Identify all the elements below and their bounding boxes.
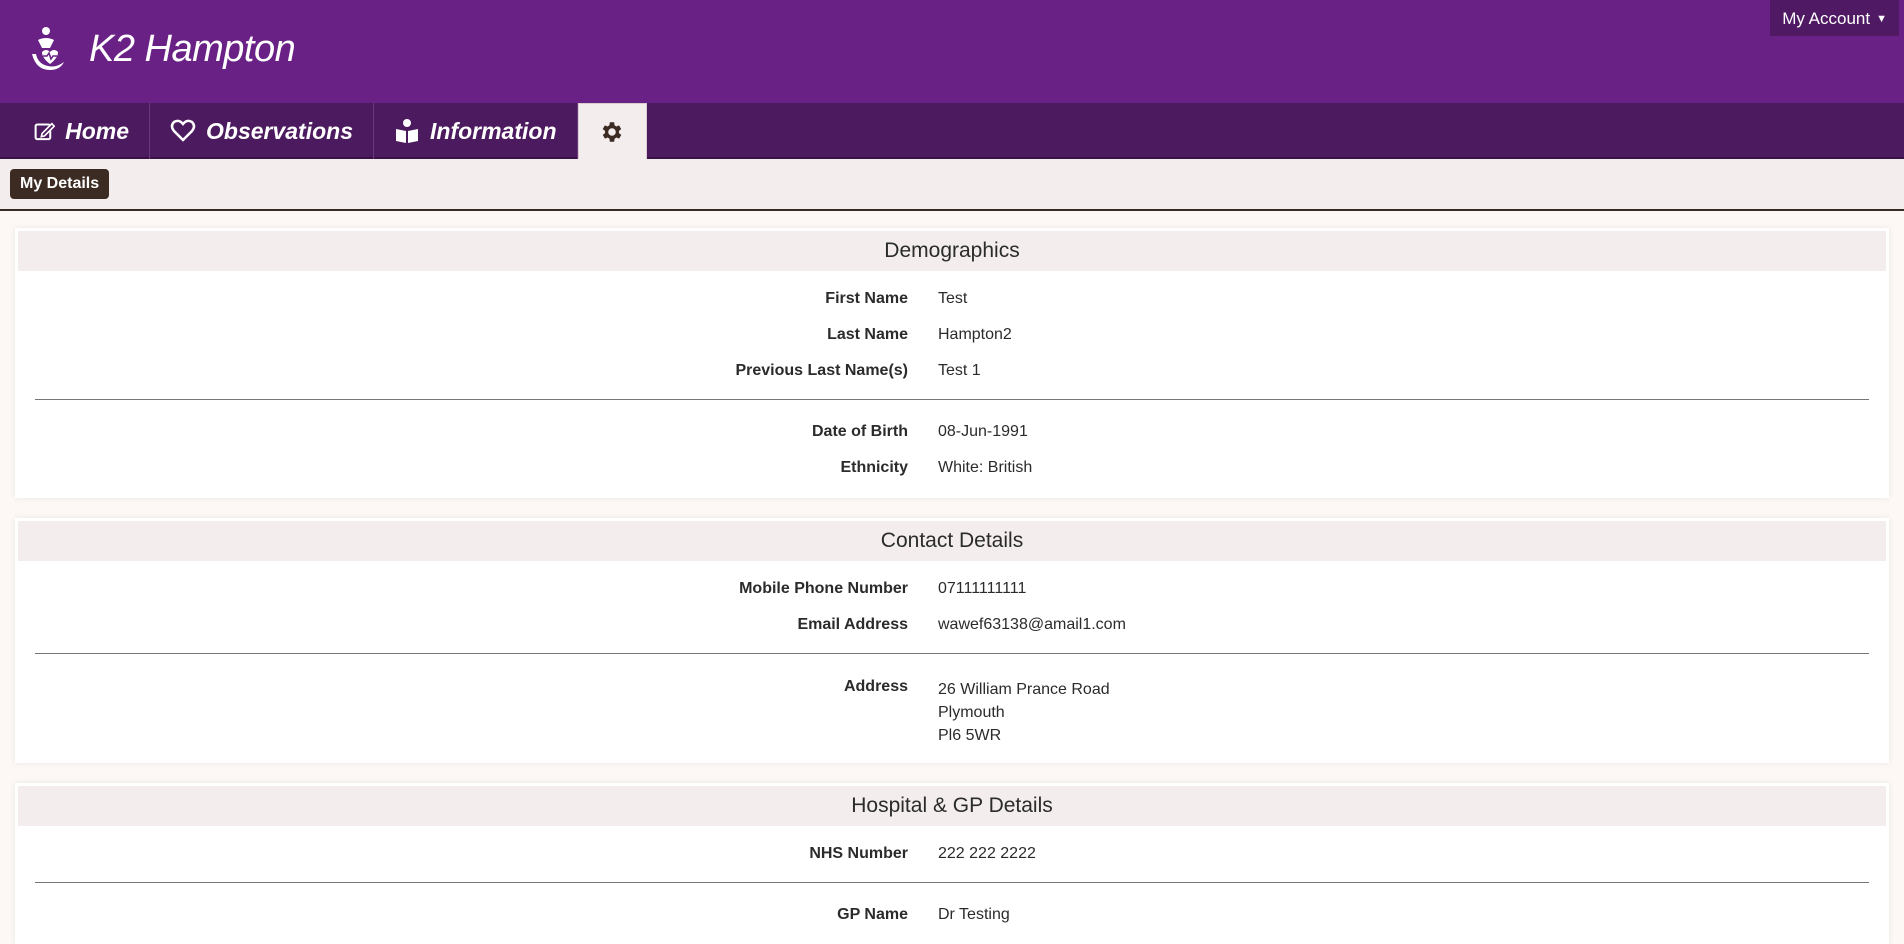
detail-row: NHS Number 222 222 2222 (18, 836, 1886, 872)
previous-last-name-label: Previous Last Name(s) (735, 362, 908, 379)
detail-row: Email Address wawef63138@amail1.com (18, 607, 1886, 643)
address-line-1: 26 William Prance Road (938, 681, 1110, 698)
heart-icon (170, 119, 196, 142)
my-account-dropdown[interactable]: My Account ▼ (1770, 0, 1899, 36)
detail-row: First Name Test (18, 281, 1886, 317)
email-value: wawef63138@amail1.com (938, 616, 1126, 633)
nhs-number-value: 222 222 2222 (938, 845, 1036, 862)
address-label: Address (843, 678, 908, 695)
main-content: Demographics First Name Test Last Name H… (0, 211, 1904, 944)
hospital-gp-title: Hospital & GP Details (18, 786, 1886, 826)
hospital-gp-panel: Hospital & GP Details NHS Number 222 222… (15, 783, 1889, 944)
dob-label: Date of Birth (812, 423, 908, 440)
nav-observations-label: Observations (206, 117, 353, 144)
app-header: K2 Hampton My Account ▼ (0, 0, 1904, 103)
first-name-label: First Name (825, 290, 908, 307)
detail-row: GP Name Dr Testing (18, 897, 1886, 933)
address-value: 26 William Prance Road Plymouth Pl6 5WR (938, 678, 1886, 747)
reader-icon (396, 119, 418, 143)
mobile-label: Mobile Phone Number (739, 580, 908, 597)
detail-row: Last Name Hampton2 (18, 317, 1886, 353)
contact-details-panel: Contact Details Mobile Phone Number 0711… (15, 518, 1889, 763)
demographics-title: Demographics (18, 231, 1886, 271)
caret-down-icon: ▼ (1876, 13, 1887, 25)
section-divider (35, 399, 1869, 400)
gp-name-value: Dr Testing (938, 906, 1010, 923)
detail-row: Previous Last Name(s) Test 1 (18, 353, 1886, 389)
contact-details-title: Contact Details (18, 521, 1886, 561)
nhs-number-label: NHS Number (809, 845, 908, 862)
main-nav: Home Observations Information (0, 103, 1904, 159)
mobile-value: 07111111111 (938, 580, 1027, 597)
gear-icon (602, 121, 622, 142)
gp-name-label: GP Name (837, 906, 908, 923)
detail-row: Address 26 William Prance Road Plymouth … (18, 668, 1886, 751)
email-label: Email Address (797, 616, 908, 633)
dob-value: 08-Jun-1991 (938, 423, 1028, 440)
nav-information[interactable]: Information (374, 103, 578, 159)
app-title: K2 Hampton (89, 28, 296, 70)
sub-nav: My Details (0, 159, 1904, 211)
my-details-tab[interactable]: My Details (10, 169, 110, 199)
address-line-3: Pl6 5WR (938, 727, 1002, 744)
nav-settings[interactable] (577, 103, 647, 159)
ethnicity-value: White: British (938, 459, 1033, 476)
app-logo-icon (32, 27, 64, 70)
ethnicity-label: Ethnicity (840, 459, 908, 476)
section-divider (35, 653, 1869, 654)
previous-last-name-value: Test 1 (938, 362, 981, 379)
demographics-panel: Demographics First Name Test Last Name H… (15, 228, 1889, 498)
nav-information-label: Information (430, 117, 557, 144)
first-name-value: Test (938, 290, 968, 307)
last-name-label: Last Name (827, 326, 908, 343)
nav-observations[interactable]: Observations (150, 103, 374, 159)
section-divider (35, 882, 1869, 883)
detail-row: Mobile Phone Number 07111111111 (18, 571, 1886, 607)
edit-icon (34, 122, 56, 141)
nav-home-label: Home (65, 117, 129, 144)
nav-home[interactable]: Home (0, 103, 150, 159)
address-line-2: Plymouth (938, 704, 1005, 721)
last-name-value: Hampton2 (938, 326, 1012, 343)
detail-row: Ethnicity White: British (18, 450, 1886, 486)
detail-row: Date of Birth 08-Jun-1991 (18, 414, 1886, 450)
my-account-label: My Account (1782, 9, 1871, 28)
